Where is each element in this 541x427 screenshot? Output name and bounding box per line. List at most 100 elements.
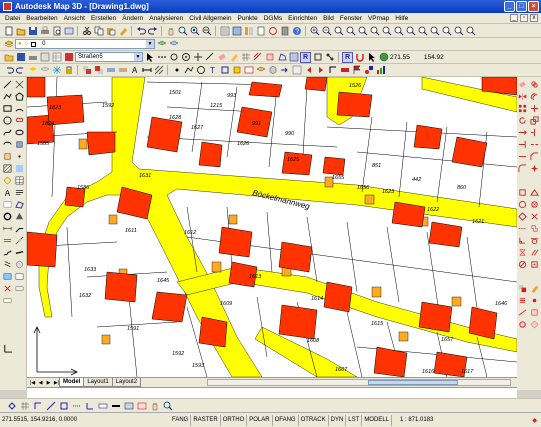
zoom-all-icon[interactable] — [333, 25, 344, 36]
publish-icon[interactable] — [63, 25, 74, 36]
cut-icon[interactable] — [81, 25, 92, 36]
boundary-icon[interactable] — [14, 199, 25, 210]
globe-icon[interactable] — [378, 52, 389, 63]
snap-perpendicular-icon[interactable] — [517, 235, 528, 246]
ole-icon[interactable] — [14, 271, 25, 282]
move-icon[interactable] — [529, 103, 540, 114]
snap-intersection-icon[interactable] — [529, 211, 540, 222]
make-current-icon[interactable] — [156, 39, 167, 50]
shapes-icon[interactable] — [363, 65, 374, 76]
rotate-icon[interactable] — [517, 115, 528, 126]
help-icon[interactable]: ? — [291, 25, 302, 36]
send-back-icon[interactable] — [93, 65, 104, 76]
layer-previous-icon[interactable] — [168, 39, 179, 50]
status-ortho-toggle[interactable]: ORTHO — [221, 414, 248, 426]
flag-icon[interactable] — [351, 65, 362, 76]
text-front-icon[interactable]: A — [129, 65, 140, 76]
dimension-icon[interactable] — [2, 223, 13, 234]
layer-freeze-icon[interactable] — [51, 65, 62, 76]
undo-small-icon[interactable] — [3, 65, 14, 76]
quickview-icon[interactable] — [136, 400, 147, 411]
ortho-icon[interactable] — [327, 65, 338, 76]
scale-display[interactable]: 1 : 871.0183 — [400, 417, 455, 423]
redo-small-icon[interactable] — [15, 65, 26, 76]
next-tab-button[interactable]: ▶ — [45, 379, 52, 387]
rectangle-icon[interactable] — [2, 103, 13, 114]
snap-node-icon[interactable] — [529, 199, 540, 210]
dyn-toggle-icon[interactable] — [97, 400, 108, 411]
id-icon[interactable] — [529, 295, 540, 306]
style-dropdown[interactable]: Straßen5 ▼ — [75, 52, 143, 62]
menu-punkte[interactable]: Punkte — [234, 15, 260, 22]
status-otrack-toggle[interactable]: OTRACK — [299, 414, 329, 426]
tab-layout2[interactable]: Layout2 — [111, 378, 142, 387]
status-dyn-toggle[interactable]: DYN — [329, 414, 347, 426]
area-icon[interactable] — [264, 52, 275, 63]
snap-extension-icon[interactable] — [517, 223, 528, 234]
map-style-icon[interactable] — [63, 52, 74, 63]
visualize-icon[interactable] — [339, 65, 350, 76]
mdi-minimize-button[interactable]: _ — [510, 14, 518, 22]
snap-toggle-icon[interactable] — [6, 400, 17, 411]
ortho-toggle-icon[interactable] — [32, 400, 43, 411]
copy-object-icon[interactable] — [529, 79, 540, 90]
clip-icon[interactable] — [312, 52, 323, 63]
first-tab-button[interactable]: |◀ — [29, 379, 36, 387]
erase-tool-icon[interactable] — [216, 52, 227, 63]
sheetset-icon[interactable] — [255, 25, 266, 36]
tile-icon[interactable] — [291, 65, 302, 76]
horizontal-scroll-thumb[interactable] — [368, 380, 458, 385]
otrack-toggle-icon[interactable] — [71, 400, 82, 411]
pan-bottom-icon[interactable] — [149, 400, 160, 411]
menu-datei[interactable]: Datei — [2, 15, 23, 22]
scale-icon[interactable] — [529, 115, 540, 126]
toolpalette-icon[interactable] — [243, 25, 254, 36]
wipeout-icon[interactable] — [2, 199, 13, 210]
solid-icon[interactable] — [14, 211, 25, 222]
menu-vpmap[interactable]: VPmap — [365, 15, 392, 22]
gradient-icon[interactable] — [14, 163, 25, 174]
array-icon[interactable] — [517, 103, 528, 114]
menu-fenster[interactable]: Fenster — [337, 15, 365, 22]
layer-dropdown[interactable]: ● ☼ 0 ▼ — [15, 39, 155, 49]
arc-icon[interactable] — [14, 103, 25, 114]
tab-layout1[interactable]: Layout1 — [83, 378, 113, 387]
map-open-icon[interactable] — [3, 52, 14, 63]
point-draw-icon[interactable] — [14, 151, 25, 162]
menu-erstellen[interactable]: Erstellen — [88, 15, 119, 22]
menu-einrichten[interactable]: Einrichten — [285, 15, 320, 22]
ellipse-icon[interactable] — [14, 127, 25, 138]
distance-icon[interactable] — [517, 307, 528, 318]
zoom-next-icon[interactable] — [429, 25, 440, 36]
command-line[interactable] — [27, 387, 517, 398]
ducs-toggle-icon[interactable] — [84, 400, 95, 411]
status-fang-toggle[interactable]: FANG — [170, 414, 192, 426]
status-tray-icon[interactable]: ◆ — [532, 417, 537, 424]
osnap-toggle-icon[interactable] — [58, 400, 69, 411]
menu-dgms[interactable]: DGMs — [261, 15, 285, 22]
paste-icon[interactable] — [105, 25, 116, 36]
snap-icon[interactable] — [192, 52, 203, 63]
menu-aendern[interactable]: Ändern — [119, 15, 146, 22]
designcenter-icon[interactable] — [231, 25, 242, 36]
trim-icon[interactable] — [529, 127, 540, 138]
xline-icon[interactable] — [14, 79, 25, 90]
zoom-left-icon[interactable] — [441, 25, 452, 36]
make-block-icon[interactable] — [2, 151, 13, 162]
circle-icon[interactable] — [2, 115, 13, 126]
zoom-realtime-icon[interactable] — [177, 25, 188, 36]
annotation-icon[interactable] — [243, 65, 254, 76]
object-select-icon[interactable] — [144, 52, 155, 63]
revcloud-icon[interactable] — [14, 115, 25, 126]
status-ofang-toggle[interactable]: OFANG — [273, 414, 299, 426]
zoom-right-icon[interactable] — [453, 25, 464, 36]
map-print-icon[interactable] — [27, 52, 38, 63]
red-lines-icon[interactable] — [252, 52, 263, 63]
box3d-icon[interactable] — [14, 259, 25, 270]
mdi-close-button[interactable]: x — [530, 14, 538, 22]
undo-icon[interactable] — [135, 25, 146, 36]
print-preview-icon[interactable] — [51, 25, 62, 36]
massprop-icon[interactable] — [517, 319, 528, 330]
print-icon[interactable] — [39, 25, 50, 36]
hatch-icon[interactable] — [2, 163, 13, 174]
